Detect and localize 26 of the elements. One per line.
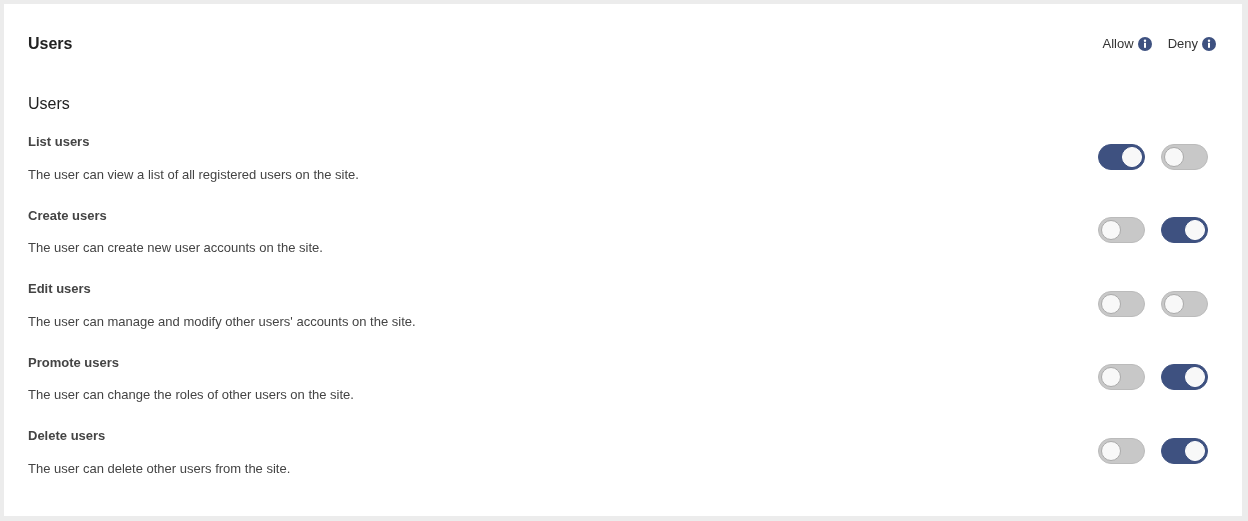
toggle-switch[interactable] xyxy=(1098,143,1145,170)
toggle-switch[interactable] xyxy=(1161,143,1208,170)
permission-description: The user can delete other users from the site. xyxy=(28,459,291,478)
section-title: Users xyxy=(28,94,71,114)
permission-name: Create users xyxy=(28,206,108,225)
permission-name: Delete users xyxy=(28,427,107,445)
permission-name: Edit users xyxy=(28,280,92,298)
toggle-switch[interactable] xyxy=(1098,364,1145,391)
toggle-switch[interactable] xyxy=(1161,290,1208,317)
permission-description: The user can manage and modify other users' accounts on the site. xyxy=(28,312,416,331)
toggle-switch[interactable] xyxy=(1161,217,1208,244)
permission-name: List users xyxy=(28,133,91,151)
page-title: Users xyxy=(28,34,73,54)
toggle-switch[interactable] xyxy=(1161,364,1208,391)
permission-description: The user can view a list of all registered users on the site. xyxy=(28,165,359,184)
toggle-switch[interactable] xyxy=(1098,290,1145,317)
permission-description: The user can create new user accounts on the site. xyxy=(28,239,323,257)
permission-description: The user can change the roles of other users on the site. xyxy=(28,386,354,404)
toggle-switch[interactable] xyxy=(1098,217,1145,244)
permission-name: Promote users xyxy=(28,353,121,372)
column-header: Allow xyxy=(1102,35,1134,54)
toggle-switch[interactable] xyxy=(1161,437,1208,464)
column-header: Deny xyxy=(1167,35,1198,54)
info-icon[interactable] xyxy=(1137,37,1152,51)
info-icon[interactable] xyxy=(1202,37,1216,51)
toggle-switch[interactable] xyxy=(1098,437,1145,464)
